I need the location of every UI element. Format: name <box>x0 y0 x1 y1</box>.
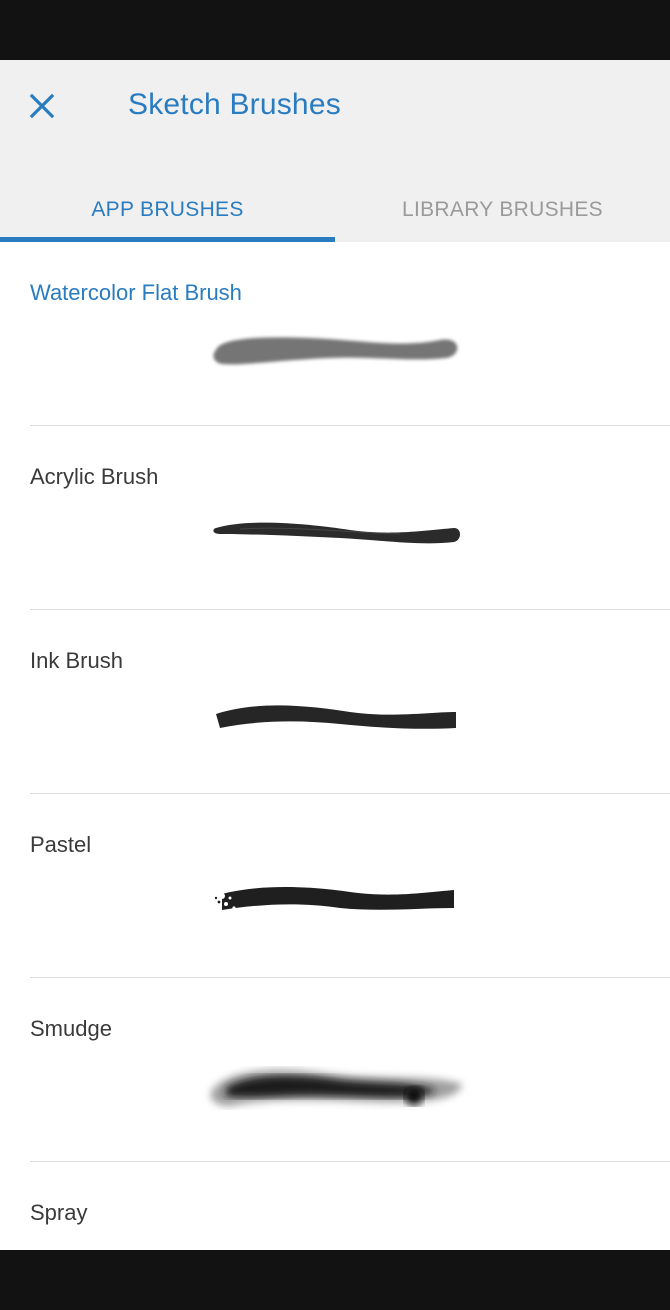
page-title: Sketch Brushes <box>128 88 341 121</box>
close-button[interactable] <box>22 86 62 126</box>
brush-name: Spray <box>30 1200 88 1225</box>
header: Sketch Brushes APP BRUSHES LIBRARY BRUSH… <box>0 60 670 242</box>
brush-name: Pastel <box>30 832 92 857</box>
brush-list: Watercolor Flat Brush Acrylic Brush Ink … <box>0 242 670 1250</box>
close-icon <box>29 93 55 119</box>
brush-item-ink[interactable]: Ink Brush <box>0 610 670 794</box>
tab-library-brushes[interactable]: LIBRARY BRUSHES <box>335 178 670 242</box>
acrylic-stroke-preview <box>213 522 460 544</box>
brush-name: Acrylic Brush <box>30 464 159 489</box>
brush-item-spray[interactable]: Spray <box>0 1162 670 1250</box>
watercolor-stroke-preview <box>213 337 458 365</box>
pastel-stroke-preview <box>214 887 454 910</box>
ink-stroke-preview <box>216 705 456 729</box>
spray-stroke-preview <box>200 1240 470 1250</box>
brush-item-acrylic[interactable]: Acrylic Brush <box>0 426 670 610</box>
brush-item-smudge[interactable]: Smudge <box>0 978 670 1162</box>
navigation-bar <box>0 1250 670 1310</box>
status-bar <box>0 0 670 60</box>
brush-name: Ink Brush <box>30 648 123 673</box>
smudge-stroke-preview <box>210 1069 462 1106</box>
brush-item-pastel[interactable]: Pastel <box>0 794 670 978</box>
tab-app-brushes[interactable]: APP BRUSHES <box>0 178 335 242</box>
brush-name: Watercolor Flat Brush <box>30 280 242 305</box>
brush-item-watercolor-flat[interactable]: Watercolor Flat Brush <box>0 242 670 426</box>
brush-name: Smudge <box>30 1016 112 1041</box>
sketch-brushes-panel: Sketch Brushes APP BRUSHES LIBRARY BRUSH… <box>0 60 670 1250</box>
